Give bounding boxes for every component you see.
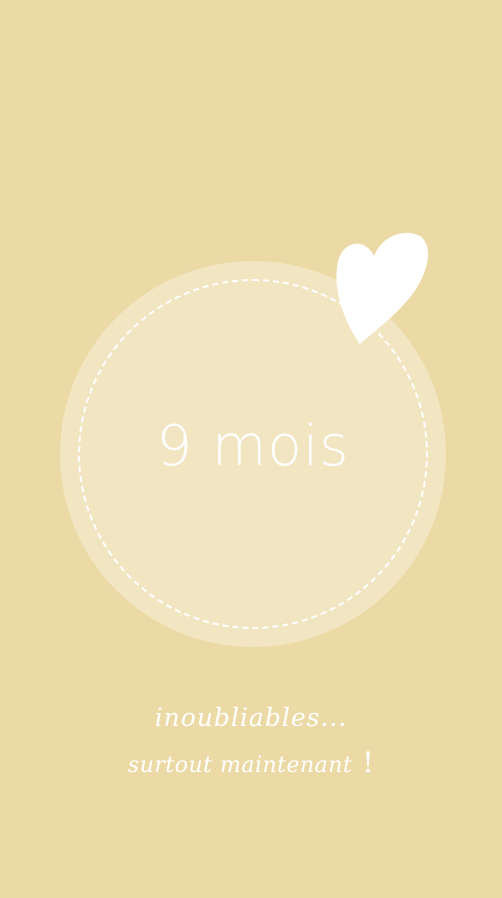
heart-icon xyxy=(336,232,428,344)
screen: 9 mois inoubliables... surtout maintenan… xyxy=(0,0,502,898)
tagline-line2: surtout maintenant! xyxy=(0,746,502,779)
tagline-line2-text: surtout maintenant xyxy=(127,753,353,778)
tagline-line1: inoubliables... xyxy=(154,703,348,732)
tagline-exclamation: ! xyxy=(362,746,375,779)
tagline: inoubliables... surtout maintenant! xyxy=(0,703,502,779)
